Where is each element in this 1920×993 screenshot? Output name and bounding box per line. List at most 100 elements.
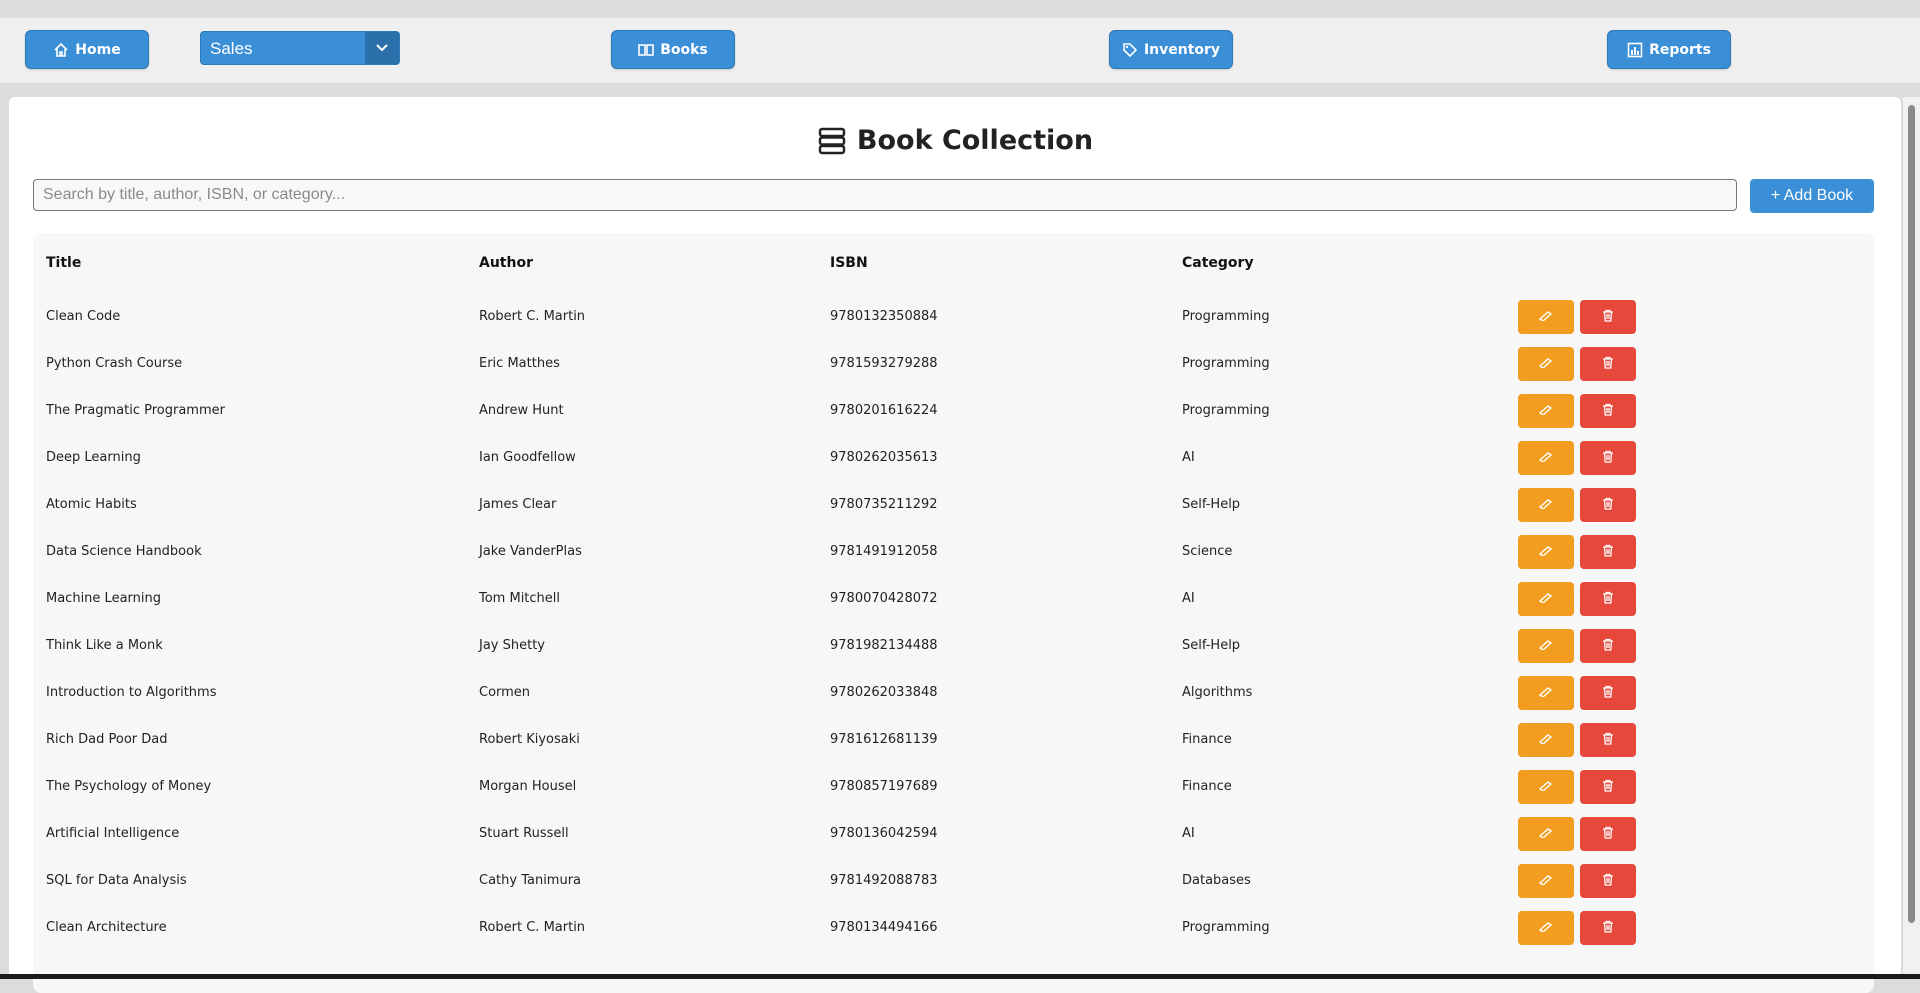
cell-isbn: 9780201616224 [830,403,938,418]
delete-button[interactable] [1580,675,1636,710]
trash-icon [1602,685,1614,701]
cell-category: Programming [1182,920,1270,935]
cell-category: AI [1182,450,1195,465]
edit-button[interactable] [1518,863,1574,898]
bar-chart-icon [1627,42,1643,57]
delete-button[interactable] [1580,722,1636,757]
table-row: Artificial Intelligence Stuart Russell 978… [33,810,1874,857]
pencil-icon [1538,497,1553,512]
delete-button[interactable] [1580,440,1636,475]
edit-button[interactable] [1518,769,1574,804]
pencil-icon [1538,873,1553,888]
cell-author: Tom Mitchell [479,591,561,606]
delete-button[interactable] [1580,487,1636,522]
row-actions [1518,863,1874,898]
cell-title: SQL for Data Analysis [46,873,187,888]
inventory-label: Inventory [1143,41,1221,58]
cell-category: Finance [1182,779,1232,794]
table-row: Clean Architecture Robert C. Martin 978013… [33,904,1874,951]
edit-button[interactable] [1518,346,1574,381]
row-actions [1518,581,1874,616]
scrollbar-thumb[interactable] [1908,105,1915,923]
delete-button[interactable] [1580,534,1636,569]
cell-category: Finance [1182,732,1232,747]
book-open-icon [638,43,655,56]
cell-isbn: 9781593279288 [830,356,938,371]
cell-title: Rich Dad Poor Dad [46,732,168,747]
search-input[interactable] [33,179,1737,211]
edit-button[interactable] [1518,487,1574,522]
edit-button[interactable] [1518,675,1574,710]
edit-button[interactable] [1518,910,1574,945]
pencil-icon [1538,638,1553,653]
delete-button[interactable] [1580,628,1636,663]
cell-author: Jake VanderPlas [479,544,582,559]
pencil-icon [1538,779,1553,794]
bottom-edge [0,974,1920,979]
inventory-button[interactable]: Inventory [1109,30,1233,69]
table-row: Machine Learning Tom Mitchell 978007042807… [33,575,1874,622]
cell-actions [1505,481,1874,528]
pencil-icon [1538,356,1553,371]
tag-icon [1123,42,1138,57]
cell-isbn: 9780136042594 [830,826,938,841]
cell-category: Self-Help [1182,638,1241,653]
edit-button[interactable] [1518,299,1574,334]
edit-button[interactable] [1518,440,1574,475]
edit-button[interactable] [1518,534,1574,569]
table-row: Introduction to Algorithms Cormen 97802620… [33,669,1874,716]
reports-label: Reports [1649,41,1711,58]
scrollbar[interactable] [1903,97,1920,979]
edit-button[interactable] [1518,581,1574,616]
delete-button[interactable] [1580,393,1636,428]
pencil-icon [1538,544,1553,559]
row-actions [1518,816,1874,851]
header-category: Category [1182,255,1254,271]
row-actions [1518,534,1874,569]
pencil-icon [1538,685,1553,700]
chevron-down-icon[interactable] [365,32,399,64]
trash-icon [1602,591,1614,607]
table-row: Deep Learning Ian Goodfellow 9780262035613… [33,434,1874,481]
cell-title: Clean Architecture [46,920,167,935]
home-button[interactable]: Home [25,30,149,69]
table-row: Python Crash Course Eric Matthes 978159327… [33,340,1874,387]
row-actions [1518,487,1874,522]
books-table: Title Author ISBN Category Clean Code Rob… [33,233,1874,951]
delete-button[interactable] [1580,769,1636,804]
cell-author: Cathy Tanimura [479,873,582,888]
edit-button[interactable] [1518,393,1574,428]
main-panel: Book Collection + Add Book Title Author … [9,97,1901,993]
delete-button[interactable] [1580,863,1636,898]
delete-button[interactable] [1580,816,1636,851]
cell-category: AI [1182,591,1195,606]
delete-button[interactable] [1580,346,1636,381]
edit-button[interactable] [1518,628,1574,663]
sales-select-value: Sales [210,39,253,58]
cell-category: Self-Help [1182,497,1241,512]
cell-actions [1505,810,1874,857]
cell-author: Ian Goodfellow [479,450,576,465]
books-table-container: Title Author ISBN Category Clean Code Rob… [33,233,1874,993]
row-actions [1518,440,1874,475]
reports-button[interactable]: Reports [1607,30,1731,69]
trash-icon [1602,309,1614,325]
add-book-button[interactable]: + Add Book [1750,179,1874,213]
edit-button[interactable] [1518,816,1574,851]
trash-icon [1602,638,1614,654]
cell-isbn: 9780262033848 [830,685,938,700]
books-button[interactable]: Books [611,30,735,69]
table-row: Think Like a Monk Jay Shetty 9781982134488… [33,622,1874,669]
cell-isbn: 9780262035613 [830,450,938,465]
page-title-text: Book Collection [856,125,1094,156]
header-title: Title [46,255,82,271]
cell-actions [1505,293,1874,340]
edit-button[interactable] [1518,722,1574,757]
delete-button[interactable] [1580,581,1636,616]
cell-isbn: 9780857197689 [830,779,938,794]
delete-button[interactable] [1580,910,1636,945]
cell-author: Morgan Housel [479,779,577,794]
delete-button[interactable] [1580,299,1636,334]
sales-select[interactable]: Sales [200,31,400,65]
cell-author: Jay Shetty [479,638,546,653]
